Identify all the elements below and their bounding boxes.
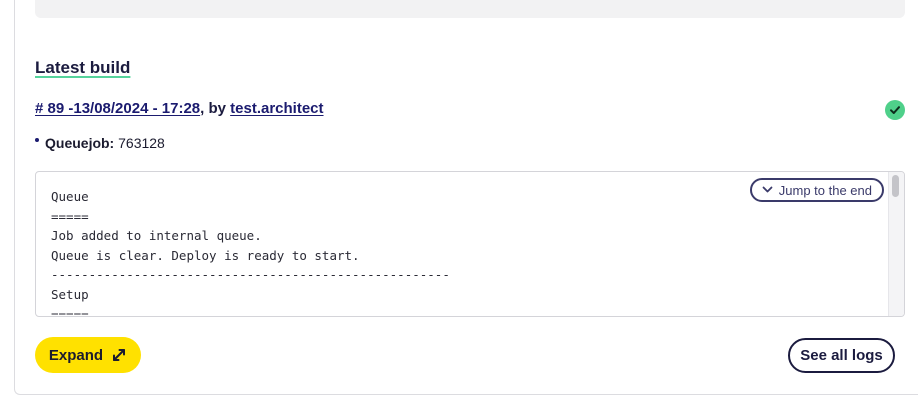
expand-label: Expand [48, 346, 104, 364]
previous-section-box [35, 0, 905, 18]
queue-job-info: Queuejob: 763128 [35, 135, 165, 151]
see-all-logs-button[interactable]: See all logs [788, 338, 895, 373]
page: Latest build # 89 -13/08/2024 - 17:28, b… [0, 0, 919, 420]
expand-arrows-icon [113, 349, 126, 361]
log-content: Queue ===== Job added to internal queue.… [51, 189, 450, 317]
jump-to-end-label: Jump to the end [778, 182, 872, 198]
queue-job-label: Queuejob: [45, 135, 115, 151]
bullet-icon [35, 138, 39, 142]
check-circle-icon [885, 100, 905, 120]
build-link[interactable]: # 89 -13/08/2024 - 17:28 [35, 100, 200, 117]
log-scrollbar[interactable] [888, 172, 904, 316]
log-scrollbar-thumb[interactable] [892, 175, 899, 197]
build-info: # 89 -13/08/2024 - 17:28, by test.archit… [35, 100, 324, 117]
expand-button[interactable]: Expand [35, 337, 141, 373]
queue-job-value: 763128 [114, 135, 165, 151]
chevron-down-icon [762, 186, 773, 193]
section-title: Latest build [35, 58, 131, 77]
log-viewer[interactable]: Queue ===== Job added to internal queue.… [35, 171, 905, 317]
jump-to-end-button[interactable]: Jump to the end [749, 178, 884, 202]
build-by-text: , by [200, 100, 231, 117]
build-user-link[interactable]: test.architect [230, 100, 323, 117]
